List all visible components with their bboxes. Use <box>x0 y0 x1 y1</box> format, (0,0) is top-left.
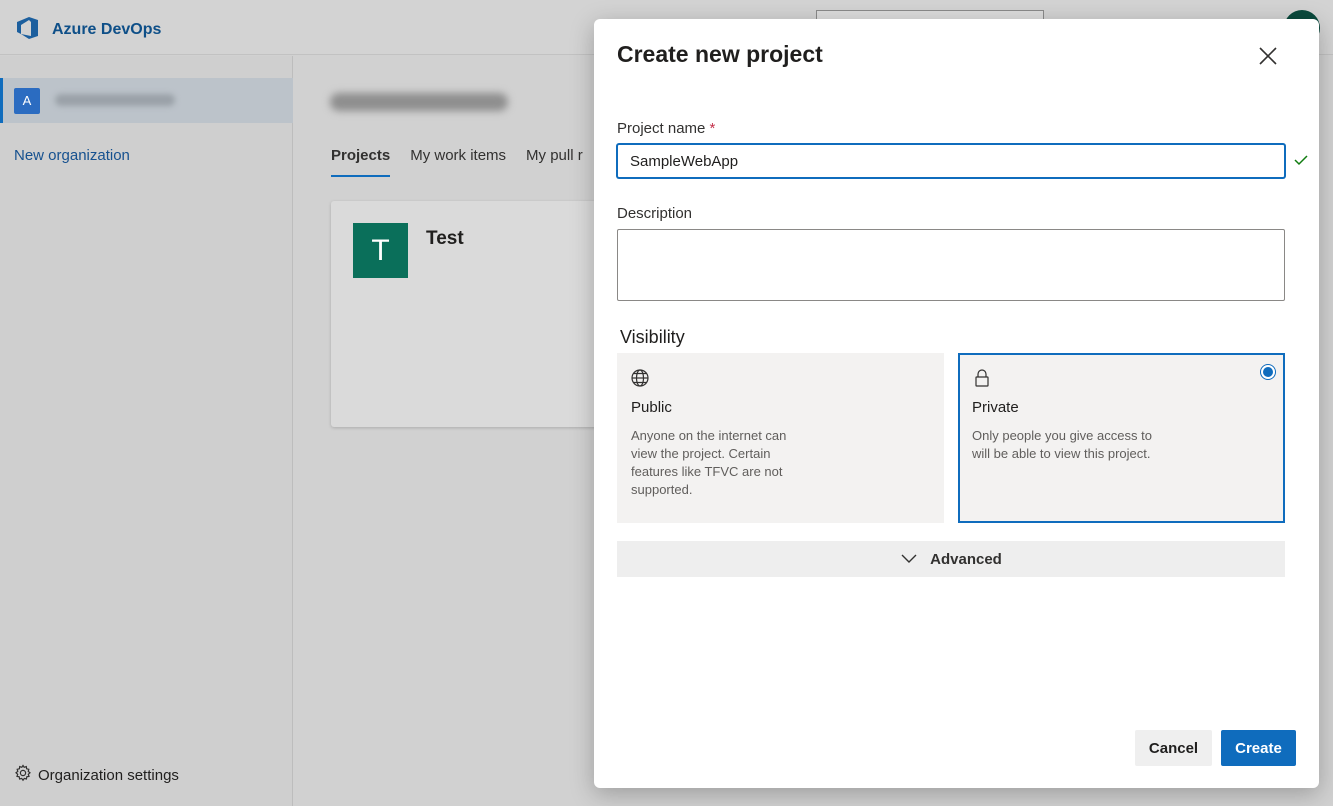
project-name-label: Project name * <box>617 120 715 137</box>
checkmark-icon <box>1293 153 1309 172</box>
dialog-title: Create new project <box>617 41 823 67</box>
visibility-option-public[interactable]: Public Anyone on the internet can view t… <box>617 353 944 523</box>
project-name-label-text: Project name <box>617 120 706 137</box>
description-textarea[interactable] <box>617 229 1285 301</box>
gear-icon <box>14 764 32 786</box>
tab-my-pull-requests[interactable]: My pull r <box>526 147 583 177</box>
organization-avatar: A <box>14 88 40 114</box>
close-icon <box>1253 47 1283 75</box>
private-radio-selected[interactable] <box>1260 364 1276 380</box>
sidebar: A New organization Organization settings <box>0 56 293 806</box>
organization-settings-link[interactable]: Organization settings <box>14 764 179 786</box>
project-avatar: T <box>353 223 408 278</box>
advanced-expander[interactable]: Advanced <box>617 541 1285 577</box>
organization-name-redacted <box>55 94 175 106</box>
create-button[interactable]: Create <box>1221 730 1296 766</box>
visibility-label: Visibility <box>620 327 685 347</box>
required-marker: * <box>709 120 716 137</box>
sidebar-item-organization[interactable]: A <box>0 78 293 123</box>
close-button[interactable] <box>1253 41 1283 71</box>
tab-projects[interactable]: Projects <box>331 147 391 177</box>
globe-icon <box>630 368 650 393</box>
cancel-button[interactable]: Cancel <box>1135 730 1212 766</box>
new-organization-link[interactable]: New organization <box>14 147 130 164</box>
project-name[interactable]: Test <box>426 228 464 250</box>
private-title: Private <box>972 399 1019 416</box>
private-description: Only people you give access to will be a… <box>972 428 1152 461</box>
brand-name: Azure DevOps <box>52 20 162 38</box>
chevron-down-icon <box>900 551 918 568</box>
advanced-label: Advanced <box>930 550 1002 568</box>
tab-my-work-items[interactable]: My work items <box>410 147 506 177</box>
main-tabs: Projects My work items My pull r <box>331 147 583 177</box>
create-project-dialog: Create new project Project name * Descri… <box>594 19 1319 788</box>
public-title: Public <box>631 399 672 416</box>
organization-title-redacted <box>330 93 508 111</box>
public-description: Anyone on the internet can view the proj… <box>631 428 787 497</box>
description-label: Description <box>617 205 693 222</box>
brand[interactable]: Azure DevOps <box>14 14 161 45</box>
lock-icon <box>972 368 992 393</box>
project-card[interactable]: T Test <box>331 201 631 427</box>
project-name-input[interactable] <box>617 144 1285 178</box>
organization-settings-label: Organization settings <box>38 766 179 784</box>
visibility-option-private[interactable]: Private Only people you give access to w… <box>958 353 1285 523</box>
azure-devops-logo-icon <box>14 14 40 45</box>
